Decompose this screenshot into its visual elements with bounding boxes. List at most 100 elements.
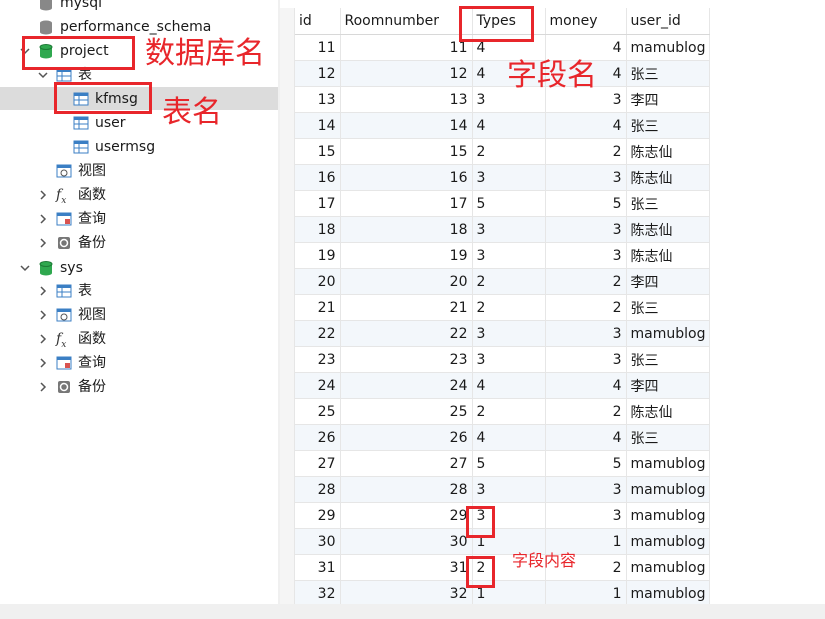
tree-item-project-queries[interactable]: 查询 bbox=[38, 208, 106, 230]
chevron-down-icon[interactable] bbox=[38, 70, 50, 80]
cell-money[interactable]: 2 bbox=[545, 268, 627, 295]
table-row[interactable]: 20 20 2 2 李四 bbox=[295, 268, 711, 295]
column-header-id[interactable]: id bbox=[295, 8, 341, 35]
chevron-right-icon[interactable] bbox=[38, 190, 50, 200]
cell-roomnumber[interactable]: 13 bbox=[340, 86, 473, 113]
table-row[interactable]: 14 14 4 4 张三 bbox=[295, 112, 711, 139]
tree-item-user[interactable]: user bbox=[73, 112, 126, 134]
cell-user-id[interactable]: 张三 bbox=[626, 346, 711, 373]
table-row[interactable]: 23 23 3 3 张三 bbox=[295, 346, 711, 373]
tree-item-project-functions[interactable]: fx 函数 bbox=[38, 184, 106, 206]
cell-roomnumber[interactable]: 12 bbox=[340, 60, 473, 87]
table-row[interactable]: 27 27 5 5 mamublog bbox=[295, 450, 711, 477]
cell-money[interactable]: 2 bbox=[545, 294, 627, 321]
cell-id[interactable]: 23 bbox=[295, 346, 341, 373]
table-row[interactable]: 30 30 1 1 mamublog bbox=[295, 528, 711, 555]
tree-item-usermsg[interactable]: usermsg bbox=[73, 136, 155, 158]
cell-id[interactable]: 14 bbox=[295, 112, 341, 139]
table-row[interactable]: 16 16 3 3 陈志仙 bbox=[295, 164, 711, 191]
cell-types[interactable]: 3 bbox=[472, 164, 546, 191]
cell-money[interactable]: 4 bbox=[545, 112, 627, 139]
cell-roomnumber[interactable]: 29 bbox=[340, 502, 473, 529]
cell-roomnumber[interactable]: 28 bbox=[340, 476, 473, 503]
table-row[interactable]: 24 24 4 4 李四 bbox=[295, 372, 711, 399]
table-row[interactable]: 31 31 2 2 mamublog bbox=[295, 554, 711, 581]
cell-roomnumber[interactable]: 27 bbox=[340, 450, 473, 477]
cell-id[interactable]: 24 bbox=[295, 372, 341, 399]
cell-id[interactable]: 29 bbox=[295, 502, 341, 529]
column-header-roomnumber[interactable]: Roomnumber bbox=[340, 8, 473, 35]
table-row[interactable]: 18 18 3 3 陈志仙 bbox=[295, 216, 711, 243]
cell-roomnumber[interactable]: 23 bbox=[340, 346, 473, 373]
cell-id[interactable]: 17 bbox=[295, 190, 341, 217]
chevron-right-icon[interactable] bbox=[38, 286, 50, 296]
cell-types[interactable]: 2 bbox=[472, 398, 546, 425]
cell-id[interactable]: 16 bbox=[295, 164, 341, 191]
table-row[interactable]: 25 25 2 2 陈志仙 bbox=[295, 398, 711, 425]
cell-money[interactable]: 2 bbox=[545, 398, 627, 425]
cell-id[interactable]: 30 bbox=[295, 528, 341, 555]
table-row[interactable]: 28 28 3 3 mamublog bbox=[295, 476, 711, 503]
cell-money[interactable]: 3 bbox=[545, 476, 627, 503]
cell-roomnumber[interactable]: 14 bbox=[340, 112, 473, 139]
cell-roomnumber[interactable]: 30 bbox=[340, 528, 473, 555]
tree-item-sys-backups[interactable]: 备份 bbox=[38, 376, 106, 398]
cell-roomnumber[interactable]: 15 bbox=[340, 138, 473, 165]
chevron-right-icon[interactable] bbox=[38, 310, 50, 320]
chevron-down-icon[interactable] bbox=[20, 263, 32, 273]
cell-money[interactable]: 3 bbox=[545, 346, 627, 373]
row-gutter[interactable] bbox=[280, 8, 295, 604]
chevron-right-icon[interactable] bbox=[38, 382, 50, 392]
cell-id[interactable]: 25 bbox=[295, 398, 341, 425]
tree-item-sys-functions[interactable]: fx 函数 bbox=[38, 328, 106, 350]
cell-types[interactable]: 3 bbox=[472, 320, 546, 347]
table-row[interactable]: 22 22 3 3 mamublog bbox=[295, 320, 711, 347]
cell-money[interactable]: 5 bbox=[545, 450, 627, 477]
cell-user-id[interactable]: mamublog bbox=[626, 554, 711, 581]
cell-roomnumber[interactable]: 21 bbox=[340, 294, 473, 321]
cell-roomnumber[interactable]: 16 bbox=[340, 164, 473, 191]
tree-item-sys-tables[interactable]: 表 bbox=[38, 280, 92, 302]
cell-id[interactable]: 26 bbox=[295, 424, 341, 451]
cell-money[interactable]: 4 bbox=[545, 424, 627, 451]
cell-money[interactable]: 3 bbox=[545, 320, 627, 347]
tree-item-mysql[interactable]: mysql bbox=[38, 0, 102, 14]
cell-id[interactable]: 18 bbox=[295, 216, 341, 243]
cell-user-id[interactable]: mamublog bbox=[626, 502, 711, 529]
cell-user-id[interactable]: mamublog bbox=[626, 528, 711, 555]
cell-types[interactable]: 2 bbox=[472, 268, 546, 295]
table-row[interactable]: 32 32 1 1 mamublog bbox=[295, 580, 711, 604]
cell-money[interactable]: 5 bbox=[545, 190, 627, 217]
cell-roomnumber[interactable]: 17 bbox=[340, 190, 473, 217]
cell-money[interactable]: 3 bbox=[545, 216, 627, 243]
cell-user-id[interactable]: 陈志仙 bbox=[626, 164, 711, 191]
cell-money[interactable]: 3 bbox=[545, 502, 627, 529]
cell-id[interactable]: 31 bbox=[295, 554, 341, 581]
cell-user-id[interactable]: mamublog bbox=[626, 450, 711, 477]
cell-user-id[interactable]: 张三 bbox=[626, 60, 711, 87]
cell-id[interactable]: 21 bbox=[295, 294, 341, 321]
cell-types[interactable]: 2 bbox=[472, 294, 546, 321]
cell-money[interactable]: 2 bbox=[545, 138, 627, 165]
cell-roomnumber[interactable]: 31 bbox=[340, 554, 473, 581]
cell-user-id[interactable]: mamublog bbox=[626, 580, 711, 604]
cell-roomnumber[interactable]: 22 bbox=[340, 320, 473, 347]
chevron-right-icon[interactable] bbox=[38, 214, 50, 224]
table-row[interactable]: 17 17 5 5 张三 bbox=[295, 190, 711, 217]
cell-user-id[interactable]: 张三 bbox=[626, 112, 711, 139]
cell-roomnumber[interactable]: 25 bbox=[340, 398, 473, 425]
cell-roomnumber[interactable]: 26 bbox=[340, 424, 473, 451]
cell-user-id[interactable]: 李四 bbox=[626, 268, 711, 295]
column-header-user-id[interactable]: user_id bbox=[626, 8, 711, 35]
cell-types[interactable]: 3 bbox=[472, 476, 546, 503]
tree-item-sys-views[interactable]: 视图 bbox=[38, 304, 106, 326]
tree-item-sys[interactable]: sys bbox=[20, 257, 83, 279]
cell-user-id[interactable]: 陈志仙 bbox=[626, 216, 711, 243]
cell-types[interactable]: 3 bbox=[472, 346, 546, 373]
tree-item-project-backups[interactable]: 备份 bbox=[38, 232, 106, 254]
cell-roomnumber[interactable]: 20 bbox=[340, 268, 473, 295]
cell-id[interactable]: 19 bbox=[295, 242, 341, 269]
cell-id[interactable]: 28 bbox=[295, 476, 341, 503]
cell-roomnumber[interactable]: 24 bbox=[340, 372, 473, 399]
cell-types[interactable]: 5 bbox=[472, 190, 546, 217]
